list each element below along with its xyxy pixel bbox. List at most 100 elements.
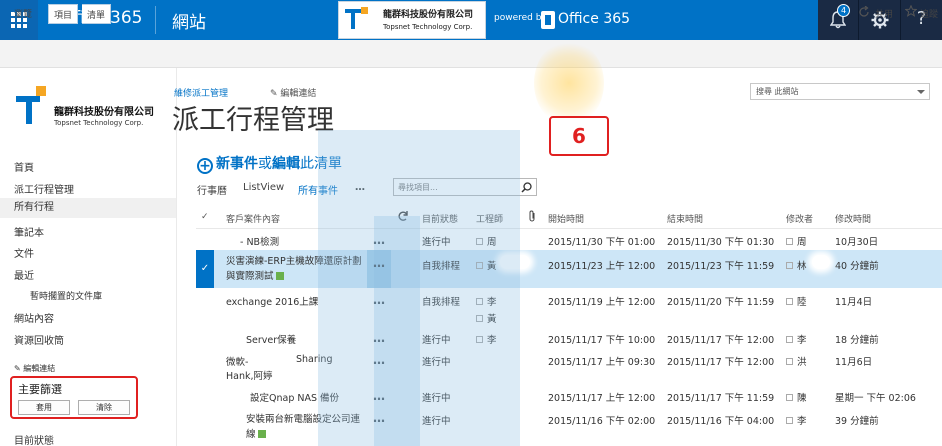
row-engineer-name: 黃 [487,261,497,272]
col-header-status[interactable]: 目前狀態 [422,212,458,225]
step-callout: 6 [549,116,609,156]
row-content[interactable]: Server保養 [246,332,296,346]
refiner-clear-button[interactable]: 清除 [78,400,130,415]
nav-item-recent[interactable]: 最近 [14,267,34,282]
row-end: 2015/11/17 下午 11:59 [667,393,775,404]
refiner-status-label[interactable]: 目前狀態 [14,432,54,446]
row-status: 自我排程 [422,297,461,308]
row-menu-button[interactable]: … [373,331,386,345]
suite-divider [155,6,156,34]
row-engineer: 李 [476,332,497,346]
row-modified-by-name: 陸 [797,297,807,308]
refresh-icon[interactable] [397,210,409,225]
row-start: 2015/11/17 上午 09:30 [548,357,656,368]
nav-edit-links-label: 編輯連結 [23,364,56,373]
view-all-events[interactable]: 所有事件 [298,182,338,197]
nav-item-dispatch[interactable]: 派工行程管理 [14,181,74,196]
row-modified-by-name: 洪 [797,357,807,368]
search-icon[interactable] [521,182,532,193]
row-modified-by: 林 [786,258,807,272]
row-modified-by-name: 李 [797,416,807,427]
chevron-down-icon[interactable] [917,90,925,94]
row-end: 2015/11/30 下午 01:30 [667,237,775,248]
select-all-check[interactable]: ✓ [201,212,209,222]
row-status: 自我排程 [422,261,461,272]
attachment-icon[interactable] [528,210,537,225]
row-start: 2015/11/19 上午 12:00 [548,297,656,308]
row-engineer-name: 黃 [487,314,497,325]
row-modified-by: 陳 [786,390,807,404]
row-selected-check[interactable]: ✓ [196,250,214,288]
ribbon-tab-list[interactable]: 清單 [82,4,112,24]
row-engineer: 周 [476,234,497,248]
or-label: 或 [258,156,272,172]
row-engineer-2: 黃 [476,311,497,325]
row-content[interactable]: - NB檢測 [240,234,279,248]
find-item-input[interactable]: 尋找項目... [393,178,537,196]
new-event-link[interactable]: + 新事件或編輯此清單 [197,153,342,174]
row-menu-button[interactable]: … [373,411,386,425]
row-menu-button[interactable]: … [373,389,386,403]
nav-item-notebook[interactable]: 筆記本 [14,224,44,239]
row-content[interactable]: exchange 2016上課 [226,294,318,308]
row-menu-button[interactable]: … [373,256,386,270]
office365-icon [541,11,555,29]
row-modified-by: 洪 [786,354,807,368]
page-title: 派工行程管理 [172,105,334,136]
new-event-label: 新事件 [216,156,258,172]
row-content[interactable]: 微軟- [226,354,248,368]
nav-item-recycle-bin[interactable]: 資源回收筒 [14,332,64,347]
row-menu-button[interactable]: … [373,293,386,307]
col-header-modified-by[interactable]: 修改者 [786,212,813,225]
nav-item-documents[interactable]: 文件 [14,245,34,260]
row-content-line2: Hank,阿婷 [226,371,273,382]
view-more-button[interactable]: … [355,182,365,193]
view-calendar[interactable]: 行事曆 [197,182,227,197]
star-icon [904,4,918,20]
row-content[interactable]: 災害演練-ERP主機故障還原計劃與實際測試 [226,254,368,284]
follow-button[interactable]: 追蹤 [920,7,938,20]
app-launcher-button[interactable] [0,0,38,40]
nav-item-all-schedules[interactable]: 所有行程 [0,198,176,218]
notification-count-badge: 4 [837,4,850,17]
powered-by-text: powered by [494,13,547,23]
row-menu-button[interactable]: … [373,233,386,247]
row-menu-button[interactable]: … [373,353,386,367]
company-logo-icon [345,7,368,29]
row-start: 2015/11/17 下午 10:00 [548,335,656,346]
refiner-apply-button[interactable]: 套用 [18,400,70,415]
col-header-end[interactable]: 結束時間 [667,212,703,225]
suite-company-logo[interactable]: 龍群科技股份有限公司 Topsnet Technology Corp. [338,1,486,39]
pencil-icon: ✎ [14,364,24,373]
row-modified: 11月6日 [835,357,873,368]
row-engineer: 黃 [476,258,497,272]
suite-section-title[interactable]: 網站 [172,8,206,33]
nav-item-drop-off-library[interactable]: 暫時擱置的文件庫 [30,289,102,302]
row-modified: 11月4日 [835,297,873,308]
ribbon-tab-browse[interactable]: 瀏覽 [14,7,32,20]
header-divider [196,228,942,229]
row-status: 進行中 [422,357,451,368]
nav-item-home[interactable]: 首頁 [14,159,34,174]
row-content[interactable]: 設定Qnap NAS 備份 [250,390,339,404]
row-start: 2015/11/30 下午 01:00 [548,237,656,248]
nav-item-site-contents[interactable]: 網站內容 [14,310,54,325]
nav-edit-links[interactable]: ✎ 編輯連結 [14,363,55,374]
row-end: 2015/11/16 下午 04:00 [667,416,775,427]
new-item-icon [275,272,284,280]
col-header-content[interactable]: 客戶案件內容 [226,212,280,225]
view-listview[interactable]: ListView [243,182,284,193]
row-end: 2015/11/17 下午 12:00 [667,335,775,346]
ribbon-tab-items[interactable]: 項目 [48,4,79,24]
office365-label: Office 365 [558,11,631,27]
site-logo-icon[interactable] [14,84,50,130]
col-header-modified[interactable]: 修改時間 [835,212,871,225]
row-engineer: 李 [476,294,497,308]
col-header-engineer[interactable]: 工程師 [476,212,503,225]
share-button[interactable]: 共用 [875,7,893,20]
redaction-blur [812,255,830,269]
row-content[interactable]: 安裝兩台新電腦設定公司連線 [246,412,366,442]
site-search-input[interactable]: 搜尋 此網站 [750,83,930,100]
col-header-start[interactable]: 開始時間 [548,212,584,225]
row-modified-by-name: 陳 [797,393,807,404]
